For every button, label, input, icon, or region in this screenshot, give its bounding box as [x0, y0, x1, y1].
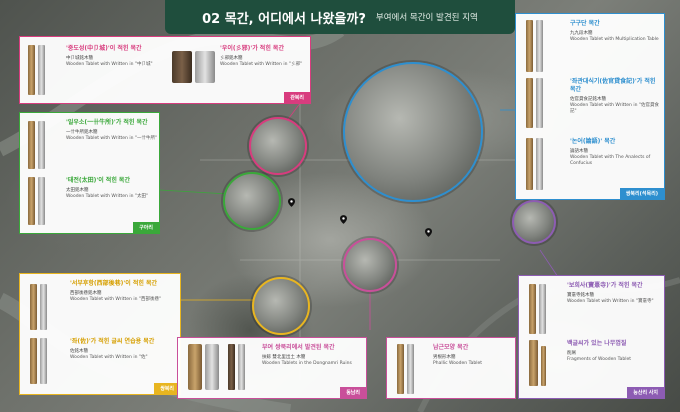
list-item: '일우소(一卄牛所)'가 적힌 목간 一卄牛所銘木簡 Wooden Tablet… [66, 119, 158, 141]
tablet-image [526, 78, 543, 128]
page-subtitle: 부여에서 목간이 발견된 지역 [375, 13, 478, 23]
panel-tag: 구아리 [133, 222, 159, 233]
panel-tag: 동남리 [340, 387, 366, 398]
tablet-image [529, 340, 546, 386]
list-item: 백글씨가 있는 나무껍질 削屑 Fragments of Wooden Tabl… [567, 340, 632, 362]
tablet-image [526, 138, 543, 190]
list-item: 부여 쌍북리에서 발견된 목간 扶餘 雙北里出土 木簡 Wooden Table… [262, 344, 352, 366]
circle-dongnamri[interactable] [343, 238, 397, 292]
tablet-image [529, 284, 546, 334]
panel-tag: 쌍북리(석목리) [619, 188, 664, 199]
panel-neungsanri: '보희사(寶憙寺)'가 적힌 목간 寶憙寺銘木簡 Wooden Tablet w… [518, 275, 665, 399]
list-item: '우이(彡邪)'가 적힌 목간 彡邪銘木簡 Wooden Tablet with… [220, 45, 303, 67]
tablet-image [30, 338, 47, 384]
circle-ssangbukri[interactable] [252, 277, 310, 335]
circle-neungsanri[interactable] [512, 200, 556, 244]
map-pin-icon [425, 228, 432, 237]
panel-tag: 관북리 [284, 92, 310, 103]
list-item: 구구단 목간 九九段木簡 Wooden Tablet with Multipli… [570, 20, 659, 42]
panel-dongnamri-phallic: 남근모양 목간 男根形木簡 Phallic Wooden Tablet [386, 337, 516, 399]
tablet-image [172, 51, 215, 83]
panel-dongnamri: 부여 쌍북리에서 발견된 목간 扶餘 雙北里出土 木簡 Wooden Table… [177, 337, 367, 399]
list-item: '보희사(寶憙寺)'가 적힌 목간 寶憙寺銘木簡 Wooden Tablet w… [567, 282, 654, 304]
circle-gugari[interactable] [223, 172, 281, 230]
title-banner: 02 목간, 어디에서 나왔을까? 부여에서 목간이 발견된 지역 [165, 0, 515, 34]
panel-tag: 능산리 사지 [627, 387, 664, 398]
tablet-image [397, 344, 414, 394]
panel-gugari: '일우소(一卄牛所)'가 적힌 목간 一卄牛所銘木簡 Wooden Tablet… [19, 112, 160, 234]
panel-gwanbukri: '중도성(中卩城)'이 적힌 목간 中卩城銘木簡 Wooden Tablet w… [19, 36, 311, 104]
tablet-image [28, 177, 45, 225]
list-item: '논어(論語)' 목간 論語木簡 Wooden Tablet with The … [570, 138, 651, 166]
tablet-image [526, 20, 543, 72]
list-item: 남근모양 목간 男根形木簡 Phallic Wooden Tablet [433, 344, 482, 366]
panel-ssangbuk-jeonghyeonri: 구구단 목간 九九段木簡 Wooden Tablet with Multipli… [515, 13, 665, 200]
tablet-image [188, 344, 245, 390]
tablet-image [28, 121, 45, 169]
tablet-image [28, 45, 45, 95]
map-pin-icon [340, 215, 347, 224]
circle-gwanbukri[interactable] [249, 117, 307, 175]
list-item: '좌(佐)'가 적힌 글씨 연습용 목간 佐銘木簡 Wooden Tablet … [70, 338, 155, 360]
list-item: '태전(太田)'이 적힌 목간 太田銘木簡 Wooden Tablet with… [66, 177, 149, 199]
tablet-image [30, 284, 47, 330]
list-item: '좌관대식기(佐官貸食記)'가 적힌 목간 佐官貸食記銘木簡 Wooden Ta… [570, 78, 659, 114]
circle-ssangbuk-jeonghyeonri[interactable] [343, 62, 483, 202]
list-item: '서부후항(西部後巷)'이 적힌 목간 西部後巷銘木簡 Wooden Table… [70, 280, 162, 302]
map-pin-icon [288, 198, 295, 207]
list-item: '중도성(中卩城)'이 적힌 목간 中卩城銘木簡 Wooden Tablet w… [66, 45, 153, 67]
panel-ssangbukri: '서부후항(西部後巷)'이 적힌 목간 西部後巷銘木簡 Wooden Table… [19, 273, 181, 395]
page-title: 02 목간, 어디에서 나왔을까? [202, 11, 366, 27]
